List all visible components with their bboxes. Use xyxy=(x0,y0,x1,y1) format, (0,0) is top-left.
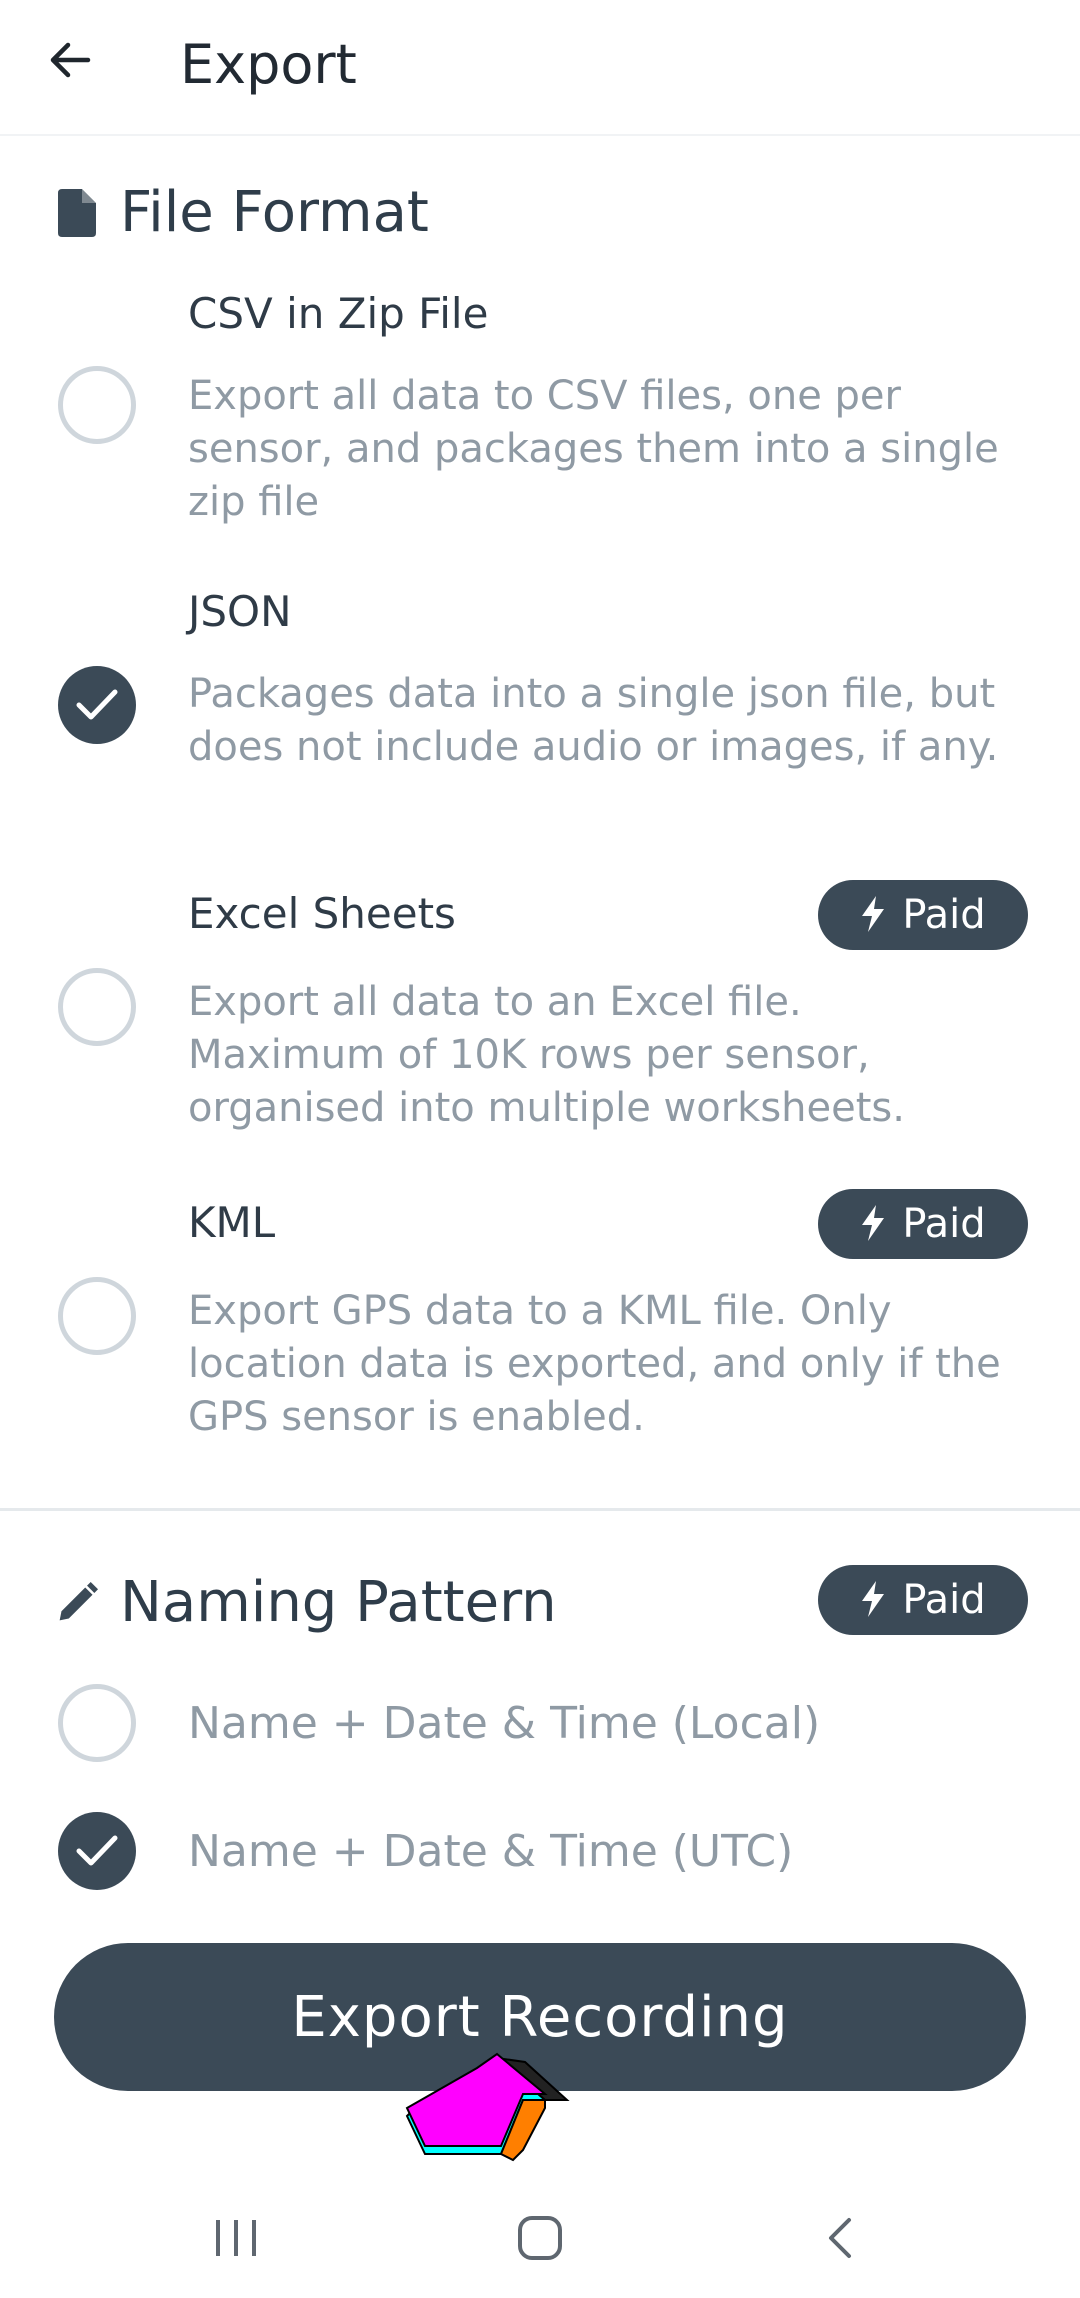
paid-badge: Paid xyxy=(818,1189,1028,1259)
radio-naming-utc[interactable] xyxy=(58,1812,136,1890)
naming-pattern-header: Naming Pattern xyxy=(56,1568,557,1638)
bolt-icon xyxy=(860,1205,890,1243)
arrow-left-icon xyxy=(50,42,91,78)
recent-apps-icon xyxy=(216,2220,256,2256)
paid-badge-label: Paid xyxy=(902,892,986,938)
bolt-icon xyxy=(860,896,890,934)
back-button[interactable] xyxy=(40,30,100,90)
naming-option-label: Name + Date & Time (UTC) xyxy=(188,1826,794,1877)
page-title: Export xyxy=(180,33,357,96)
option-title: KML xyxy=(188,1198,276,1247)
naming-option-local[interactable]: Name + Date & Time (Local) xyxy=(0,1684,1080,1764)
paid-badge-label: Paid xyxy=(902,1577,986,1623)
radio-kml[interactable] xyxy=(58,1277,136,1355)
pencil-icon xyxy=(56,1578,98,1628)
nav-back-icon xyxy=(829,2218,851,2258)
system-nav-bar xyxy=(0,2178,1080,2298)
radio-csv[interactable] xyxy=(58,366,136,444)
option-description: Packages data into a single json file, b… xyxy=(188,671,999,770)
naming-option-utc[interactable]: Name + Date & Time (UTC) xyxy=(0,1812,1080,1892)
option-title: CSV in Zip File xyxy=(188,289,489,338)
file-format-title: File Format xyxy=(120,180,429,245)
naming-pattern-title: Naming Pattern xyxy=(120,1570,557,1635)
nav-back-button[interactable] xyxy=(790,2198,890,2278)
cursor-arrow-icon xyxy=(405,2052,570,2162)
option-description: Export all data to an Excel file. Maximu… xyxy=(188,979,905,1131)
home-button[interactable] xyxy=(490,2198,590,2278)
recent-apps-button[interactable] xyxy=(186,2198,286,2278)
option-title: Excel Sheets xyxy=(188,889,456,938)
file-icon xyxy=(56,188,98,238)
paid-badge-label: Paid xyxy=(902,1201,986,1247)
naming-option-label: Name + Date & Time (Local) xyxy=(188,1698,821,1749)
check-icon xyxy=(76,689,118,720)
radio-json[interactable] xyxy=(58,666,136,744)
option-description: Export all data to CSV files, one per se… xyxy=(188,373,999,525)
paid-badge: Paid xyxy=(818,880,1028,950)
paid-badge: Paid xyxy=(818,1565,1028,1635)
file-format-header: File Format xyxy=(56,178,429,248)
check-icon xyxy=(76,1835,118,1866)
radio-naming-local[interactable] xyxy=(58,1684,136,1762)
home-icon xyxy=(518,2216,562,2260)
app-bar: Export xyxy=(0,0,1080,136)
radio-excel[interactable] xyxy=(58,968,136,1046)
option-description: Export GPS data to a KML file. Only loca… xyxy=(188,1288,1001,1440)
section-divider xyxy=(0,1508,1080,1511)
bolt-icon xyxy=(860,1581,890,1619)
option-title: JSON xyxy=(188,587,292,636)
